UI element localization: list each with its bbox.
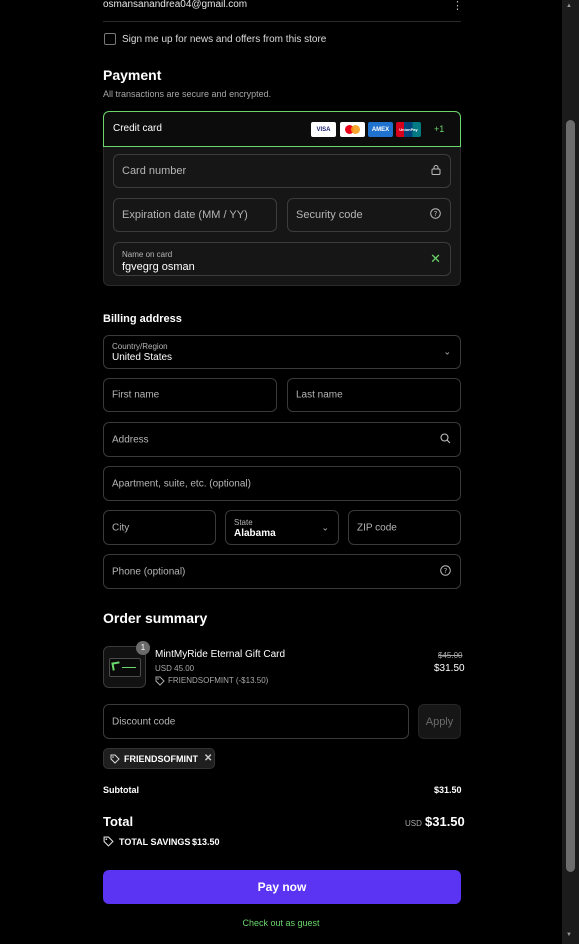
credit-card-option[interactable]: Credit card VISA AMEX UnionPay +1 bbox=[103, 111, 461, 147]
address-field[interactable]: Address bbox=[103, 422, 461, 457]
apartment-field[interactable]: Apartment, suite, etc. (optional) bbox=[103, 466, 461, 501]
payment-subtitle: All transactions are secure and encrypte… bbox=[103, 89, 272, 99]
card-number-field[interactable]: Card number bbox=[113, 154, 451, 188]
scrollbar-thumb[interactable] bbox=[566, 120, 575, 872]
total-currency: USD bbox=[405, 819, 422, 828]
help-icon[interactable]: ? bbox=[440, 564, 451, 579]
credit-card-label: Credit card bbox=[113, 123, 162, 134]
summary-title: Order summary bbox=[103, 610, 208, 626]
address-placeholder: Address bbox=[112, 434, 149, 445]
security-code-field[interactable]: Security code ? bbox=[287, 198, 451, 232]
newsletter-label: Sign me up for news and offers from this… bbox=[122, 34, 327, 45]
checkout-page: osmansanandrea04@gmail.com ⋮ Sign me up … bbox=[0, 0, 562, 944]
country-value: United States bbox=[112, 352, 173, 363]
card-number-placeholder: Card number bbox=[122, 165, 187, 177]
last-name-placeholder: Last name bbox=[296, 389, 343, 401]
savings-label: TOTAL SAVINGS bbox=[119, 837, 191, 847]
total-label: Total bbox=[103, 814, 134, 829]
state-select[interactable]: State Alabama ⌄ bbox=[225, 510, 339, 545]
mastercard-icon bbox=[340, 122, 365, 137]
discount-code-placeholder: Discount code bbox=[112, 716, 176, 727]
scroll-down-arrow[interactable]: ▼ bbox=[566, 932, 572, 938]
more-brands-count: +1 bbox=[434, 124, 445, 134]
item-original-price: $45.00 bbox=[438, 651, 463, 660]
zip-field[interactable]: ZIP code bbox=[348, 510, 461, 545]
state-label: State bbox=[234, 518, 253, 527]
country-select[interactable]: Country/Region United States ⌄ bbox=[103, 335, 461, 369]
item-name: MintMyRide Eternal Gift Card bbox=[155, 649, 286, 660]
tag-icon bbox=[155, 675, 165, 689]
phone-placeholder: Phone (optional) bbox=[112, 566, 186, 577]
billing-title: Billing address bbox=[103, 313, 182, 325]
item-discount: FRIENDSOFMINT (-$13.50) bbox=[168, 676, 269, 685]
item-price: $31.50 bbox=[434, 663, 465, 674]
item-variant: USD 45.00 bbox=[155, 664, 195, 673]
applied-code: FRIENDSOFMINT bbox=[124, 753, 198, 764]
visa-icon: VISA bbox=[311, 122, 336, 137]
country-label: Country/Region bbox=[112, 342, 168, 351]
item-quantity-badge: 1 bbox=[136, 641, 150, 655]
name-on-card-label: Name on card bbox=[122, 250, 173, 259]
security-placeholder: Security code bbox=[296, 209, 363, 221]
chevron-down-icon: ⌄ bbox=[443, 346, 451, 357]
last-name-field[interactable]: Last name bbox=[287, 378, 461, 412]
tag-icon bbox=[103, 836, 114, 850]
contact-email: osmansanandrea04@gmail.com bbox=[103, 0, 248, 10]
payment-title: Payment bbox=[103, 67, 162, 83]
expiration-date-field[interactable]: Expiration date (MM / YY) bbox=[113, 198, 277, 232]
lock-icon bbox=[431, 164, 441, 178]
svg-text:?: ? bbox=[444, 567, 448, 575]
search-icon bbox=[440, 432, 451, 447]
svg-text:?: ? bbox=[434, 210, 438, 218]
discount-code-field[interactable]: Discount code bbox=[103, 704, 409, 739]
total-value: $31.50 bbox=[425, 814, 465, 829]
scroll-up-arrow[interactable]: ▲ bbox=[566, 3, 572, 9]
tag-icon bbox=[110, 754, 120, 764]
check-icon: ✕ bbox=[430, 251, 441, 266]
divider bbox=[103, 21, 461, 22]
name-on-card-field[interactable]: Name on card fgvegrg osman ✕ bbox=[113, 242, 451, 276]
savings-value: $13.50 bbox=[192, 837, 220, 847]
help-icon[interactable]: ? bbox=[430, 208, 441, 222]
phone-field[interactable]: Phone (optional) ? bbox=[103, 554, 461, 589]
card-details-panel: Card number Expiration date (MM / YY) Se… bbox=[103, 147, 461, 286]
city-placeholder: City bbox=[112, 522, 130, 533]
amex-icon: AMEX bbox=[368, 122, 393, 137]
more-vertical-icon[interactable]: ⋮ bbox=[452, 0, 463, 12]
pay-now-button[interactable]: Pay now bbox=[103, 870, 461, 904]
first-name-placeholder: First name bbox=[112, 389, 160, 401]
unionpay-icon: UnionPay bbox=[396, 122, 421, 137]
expiration-placeholder: Expiration date (MM / YY) bbox=[122, 209, 248, 221]
guest-checkout-link[interactable]: Check out as guest bbox=[0, 918, 562, 928]
applied-discount-chip: FRIENDSOFMINT ✕ bbox=[103, 748, 215, 769]
first-name-field[interactable]: First name bbox=[103, 378, 277, 412]
apply-button[interactable]: Apply bbox=[418, 704, 461, 739]
apartment-placeholder: Apartment, suite, etc. (optional) bbox=[112, 478, 251, 489]
subtotal-value: $31.50 bbox=[434, 785, 462, 795]
subtotal-label: Subtotal bbox=[103, 785, 139, 795]
chevron-down-icon: ⌄ bbox=[321, 522, 329, 532]
city-field[interactable]: City bbox=[103, 510, 216, 545]
name-on-card-value: fgvegrg osman bbox=[122, 261, 195, 273]
state-value: Alabama bbox=[234, 528, 276, 539]
newsletter-checkbox[interactable] bbox=[104, 33, 116, 45]
zip-placeholder: ZIP code bbox=[357, 522, 397, 533]
remove-code-icon[interactable]: ✕ bbox=[204, 753, 212, 764]
